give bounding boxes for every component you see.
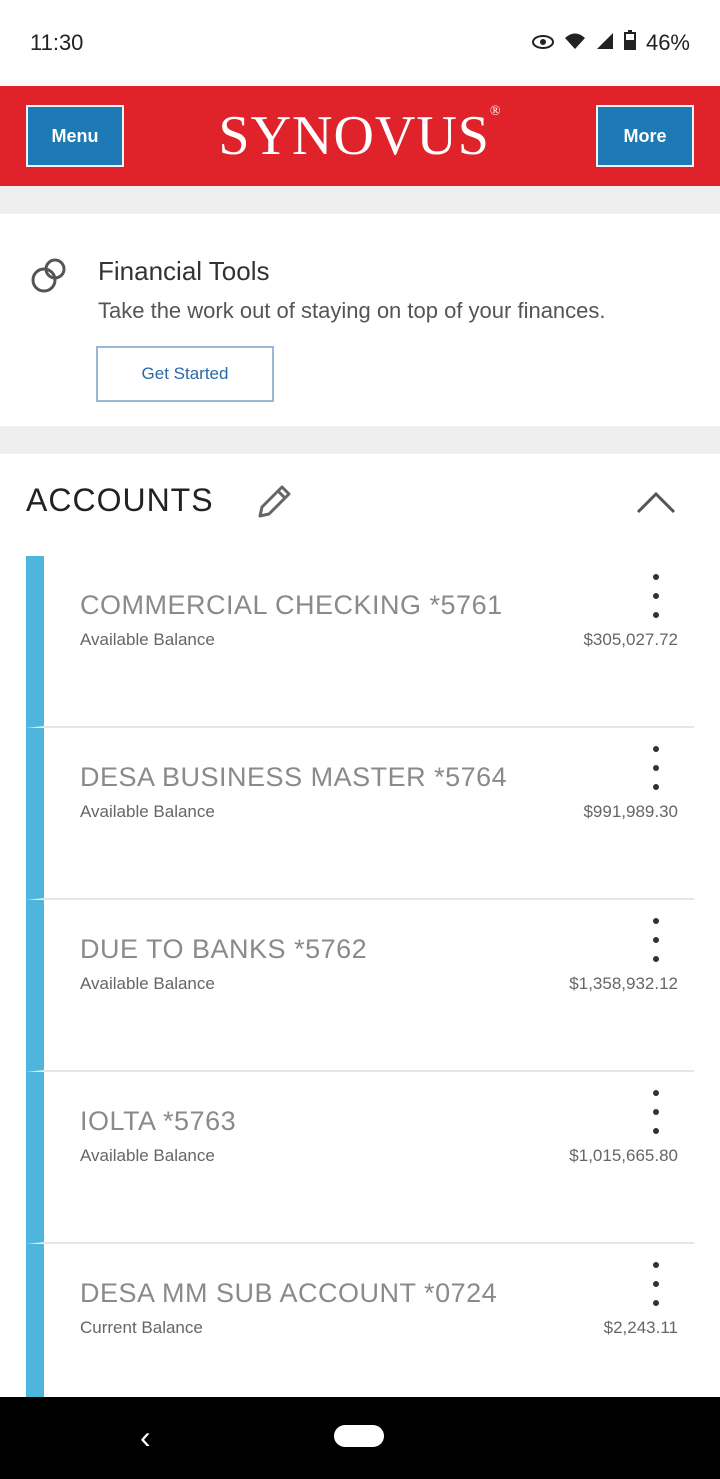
system-nav-bar: ‹ bbox=[0, 1397, 720, 1479]
home-pill-icon[interactable] bbox=[334, 1425, 384, 1447]
accounts-header: ACCOUNTS bbox=[0, 456, 720, 548]
kebab-menu-icon[interactable] bbox=[646, 574, 666, 618]
financial-tools-subtitle: Take the work out of staying on top of y… bbox=[98, 298, 606, 323]
divider-band bbox=[0, 186, 720, 214]
status-bar: 11:30 46% bbox=[0, 0, 720, 86]
kebab-menu-icon[interactable] bbox=[646, 1262, 666, 1306]
eye-icon bbox=[531, 30, 554, 56]
kebab-menu-icon[interactable] bbox=[646, 1090, 666, 1134]
financial-tools-card: Financial Tools Take the work out of sta… bbox=[0, 214, 720, 426]
balance-label: Available Balance bbox=[80, 1146, 215, 1165]
battery-icon bbox=[623, 30, 636, 56]
get-started-button[interactable]: Get Started bbox=[96, 346, 274, 402]
menu-button[interactable]: Menu bbox=[26, 105, 124, 167]
registered-mark: ® bbox=[489, 104, 502, 119]
signal-icon bbox=[596, 30, 614, 56]
balance-value: $1,358,932.12 bbox=[569, 974, 678, 993]
status-icons: 46% bbox=[531, 30, 690, 56]
wifi-icon bbox=[564, 30, 586, 56]
account-name: DESA MM SUB ACCOUNT *0724 bbox=[80, 1278, 498, 1308]
balance-label: Available Balance bbox=[80, 802, 215, 821]
divider-band bbox=[0, 426, 720, 454]
balance-label: Current Balance bbox=[80, 1318, 203, 1337]
brand-name: SYNOVUS bbox=[218, 105, 490, 167]
account-row[interactable]: COMMERCIAL CHECKING *5761 Available Bala… bbox=[26, 556, 694, 728]
accounts-title: ACCOUNTS bbox=[26, 482, 214, 518]
pencil-icon[interactable] bbox=[252, 480, 296, 524]
kebab-menu-icon[interactable] bbox=[646, 918, 666, 962]
back-icon[interactable]: ‹ bbox=[140, 1419, 151, 1456]
status-time: 11:30 bbox=[30, 30, 84, 55]
battery-percent: 46% bbox=[645, 30, 690, 55]
balance-label: Available Balance bbox=[80, 974, 215, 993]
balance-value: $2,243.11 bbox=[603, 1318, 678, 1337]
kebab-menu-icon[interactable] bbox=[646, 746, 666, 790]
account-name: IOLTA *5763 bbox=[80, 1106, 237, 1136]
more-button[interactable]: More bbox=[595, 105, 694, 167]
account-row[interactable]: IOLTA *5763 Available Balance $1,015,665… bbox=[26, 1072, 694, 1244]
balance-label: Available Balance bbox=[80, 630, 215, 649]
brand-logo: SYNOVUS® bbox=[218, 104, 501, 168]
account-name: COMMERCIAL CHECKING *5761 bbox=[80, 590, 503, 620]
coins-icon bbox=[31, 258, 66, 293]
balance-value: $991,989.30 bbox=[583, 802, 678, 821]
chevron-up-icon[interactable] bbox=[634, 482, 678, 522]
balance-value: $305,027.72 bbox=[583, 630, 678, 649]
account-row[interactable]: DESA MM SUB ACCOUNT *0724 Current Balanc… bbox=[26, 1244, 694, 1416]
account-row[interactable]: DUE TO BANKS *5762 Available Balance $1,… bbox=[26, 900, 694, 1072]
app-header: Menu SYNOVUS® More bbox=[0, 86, 720, 186]
accounts-list: COMMERCIAL CHECKING *5761 Available Bala… bbox=[26, 556, 694, 1416]
account-name: DUE TO BANKS *5762 bbox=[80, 934, 368, 964]
balance-value: $1,015,665.80 bbox=[569, 1146, 678, 1165]
financial-tools-title: Financial Tools bbox=[98, 256, 270, 286]
account-row[interactable]: DESA BUSINESS MASTER *5764 Available Bal… bbox=[26, 728, 694, 900]
account-name: DESA BUSINESS MASTER *5764 bbox=[80, 762, 508, 792]
